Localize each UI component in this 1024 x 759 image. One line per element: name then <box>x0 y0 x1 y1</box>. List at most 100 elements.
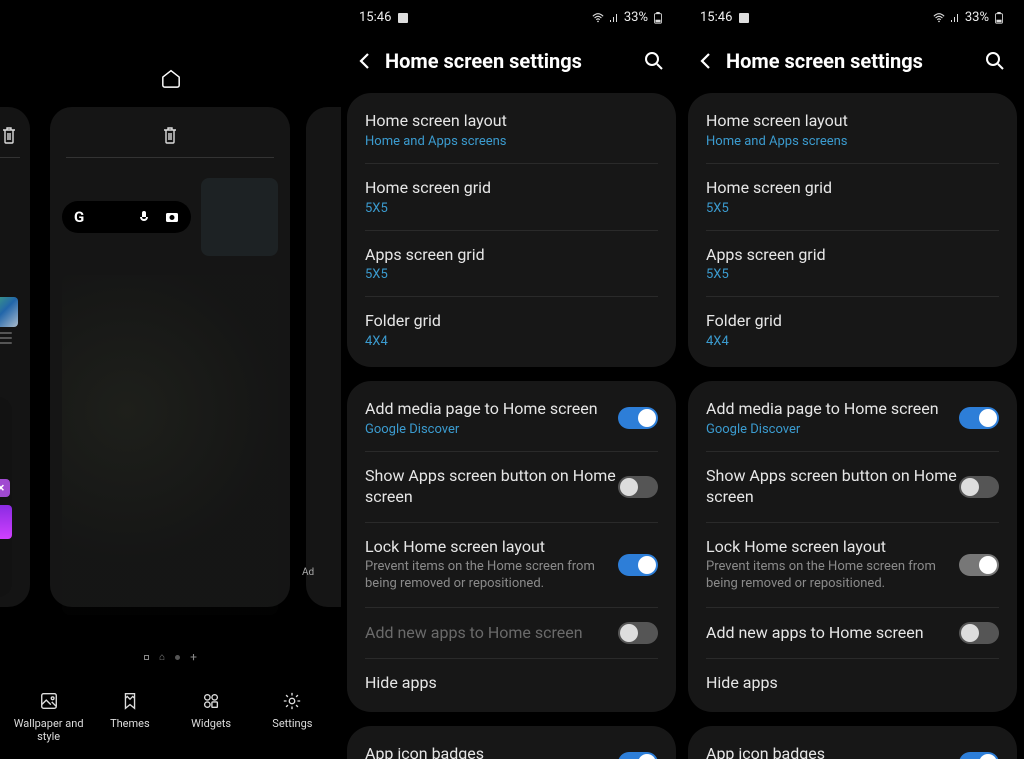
row-home-layout[interactable]: Home screen layout Home and Apps screens <box>347 97 676 163</box>
widgets-icon <box>201 691 221 711</box>
home-indicator <box>0 0 341 88</box>
widgets-button[interactable]: Widgets <box>176 691 246 743</box>
row-media-page[interactable]: Add media page to Home screen Google Dis… <box>347 385 676 451</box>
row-media-page[interactable]: Add media page to Home screen Google Dis… <box>688 385 1017 451</box>
row-sub: Home and Apps screens <box>706 134 999 149</box>
themes-icon <box>120 691 140 711</box>
row-title: Home screen layout <box>365 111 658 132</box>
pager-plus[interactable]: + <box>190 650 197 664</box>
toggle-lock-layout[interactable] <box>959 554 999 576</box>
status-battery-text: 33% <box>624 10 648 25</box>
row-show-apps-button[interactable]: Show Apps screen button on Home screen <box>688 452 1017 522</box>
row-icon-badges[interactable]: App icon badges Show without number <box>688 730 1017 759</box>
page-title: Home screen settings <box>726 49 975 73</box>
list-lines <box>0 332 12 347</box>
square-widget[interactable] <box>201 178 278 256</box>
trash-icon-container <box>0 107 30 145</box>
toggle-media-page[interactable] <box>618 407 658 429</box>
toggle-lock-layout[interactable] <box>618 554 658 576</box>
wifi-icon <box>592 12 604 24</box>
wallpaper-icon <box>39 691 59 711</box>
row-folder-grid[interactable]: Folder grid 4X4 <box>347 297 676 363</box>
home-editor-panel: × G Ad ⌂ + <box>0 0 341 759</box>
row-desc: Prevent items on the Home screen from be… <box>706 559 959 593</box>
page-preview-center[interactable]: G <box>50 107 290 607</box>
row-hide-apps[interactable]: Hide apps <box>347 659 676 708</box>
toggle-media-page[interactable] <box>959 407 999 429</box>
back-icon[interactable] <box>696 51 716 71</box>
wallpaper-button[interactable]: Wallpaper and style <box>14 691 84 743</box>
row-title: App icon badges <box>365 744 618 759</box>
header: Home screen settings <box>682 25 1023 93</box>
widget-pill <box>0 397 12 597</box>
toggle-add-new-apps <box>618 622 658 644</box>
purple-widget <box>0 505 12 539</box>
row-apps-grid[interactable]: Apps screen grid 5X5 <box>347 231 676 297</box>
row-sub: 5X5 <box>365 201 658 216</box>
page-preview-right[interactable]: Ad <box>306 107 341 607</box>
card-grid-settings: Home screen layout Home and Apps screens… <box>688 93 1017 367</box>
status-bar: 15:46 33% <box>341 0 682 25</box>
home-icon <box>160 68 182 88</box>
row-title: Folder grid <box>706 311 999 332</box>
page-preview-left[interactable]: × <box>0 107 30 607</box>
header: Home screen settings <box>341 25 682 93</box>
battery-icon <box>652 12 664 24</box>
pager-minus[interactable] <box>144 655 149 660</box>
row-hide-apps[interactable]: Hide apps <box>688 659 1017 708</box>
row-title: Lock Home screen layout <box>706 537 959 558</box>
back-icon[interactable] <box>355 51 375 71</box>
row-home-grid[interactable]: Home screen grid 5X5 <box>688 164 1017 230</box>
status-battery-text: 33% <box>965 10 989 25</box>
row-add-new-apps[interactable]: Add new apps to Home screen <box>688 608 1017 658</box>
toggle-icon-badges[interactable] <box>618 752 658 759</box>
row-sub: 4X4 <box>365 334 658 349</box>
row-title: Hide apps <box>365 673 658 694</box>
pager-home-icon[interactable]: ⌂ <box>159 652 165 663</box>
themes-button[interactable]: Themes <box>95 691 165 743</box>
row-title: Home screen layout <box>706 111 999 132</box>
widgets-label: Widgets <box>191 717 231 730</box>
search-icon[interactable] <box>985 51 1005 71</box>
row-show-apps-button[interactable]: Show Apps screen button on Home screen <box>347 452 676 522</box>
row-title: Folder grid <box>365 311 658 332</box>
toggle-show-apps-button[interactable] <box>618 476 658 498</box>
card-misc-settings: App icon badges Show without number Swip… <box>688 726 1017 759</box>
signal-icon <box>608 12 620 24</box>
photo-thumbnail <box>0 297 18 327</box>
image-icon <box>738 12 750 24</box>
toggle-icon-badges[interactable] <box>959 752 999 759</box>
trash-icon[interactable] <box>161 125 179 145</box>
settings-button[interactable]: Settings <box>257 691 327 743</box>
wifi-icon <box>933 12 945 24</box>
row-title: Home screen grid <box>706 178 999 199</box>
google-search-widget[interactable]: G <box>62 201 191 233</box>
row-lock-layout[interactable]: Lock Home screen layout Prevent items on… <box>688 523 1017 608</box>
row-lock-layout[interactable]: Lock Home screen layout Prevent items on… <box>347 523 676 608</box>
card-behavior-settings: Add media page to Home screen Google Dis… <box>347 381 676 712</box>
row-title: Home screen grid <box>365 178 658 199</box>
search-icon[interactable] <box>644 51 664 71</box>
row-folder-grid[interactable]: Folder grid 4X4 <box>688 297 1017 363</box>
camera-icon[interactable] <box>165 210 179 224</box>
row-home-layout[interactable]: Home screen layout Home and Apps screens <box>688 97 1017 163</box>
pager-dot[interactable] <box>175 655 180 660</box>
settings-panel-unlocked: 15:46 33% Home screen settings Home scre… <box>682 0 1023 759</box>
row-home-grid[interactable]: Home screen grid 5X5 <box>347 164 676 230</box>
row-icon-badges[interactable]: App icon badges Show without number <box>347 730 676 759</box>
toggle-show-apps-button[interactable] <box>959 476 999 498</box>
google-g-icon: G <box>74 208 84 226</box>
toggle-add-new-apps[interactable] <box>959 622 999 644</box>
row-apps-grid[interactable]: Apps screen grid 5X5 <box>688 231 1017 297</box>
row-title: Add media page to Home screen <box>706 399 959 420</box>
image-icon <box>397 12 409 24</box>
mic-icon[interactable] <box>137 210 151 224</box>
row-title: Apps screen grid <box>365 245 658 266</box>
card-behavior-settings: Add media page to Home screen Google Dis… <box>688 381 1017 712</box>
row-sub: Google Discover <box>365 422 618 437</box>
row-title: Add new apps to Home screen <box>706 623 959 644</box>
settings-panel-locked: 15:46 33% Home screen settings Home scre… <box>341 0 682 759</box>
signal-icon <box>949 12 961 24</box>
row-add-new-apps: Add new apps to Home screen <box>347 608 676 658</box>
page-indicator: ⌂ + <box>0 650 341 664</box>
